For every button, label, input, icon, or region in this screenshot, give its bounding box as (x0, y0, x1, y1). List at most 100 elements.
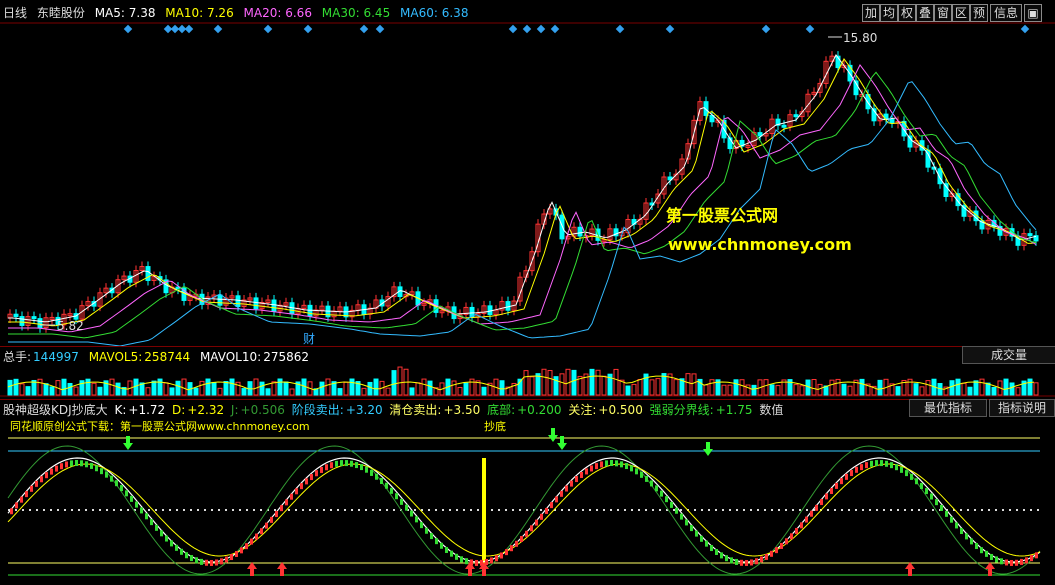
kdj-signal-bar (825, 493, 828, 500)
candle-body (271, 299, 277, 312)
volume-bar (97, 386, 103, 396)
candle-body (19, 316, 25, 326)
clear-sell-value: +3.50 (443, 403, 481, 417)
kdj-signal-bar (180, 548, 183, 555)
ma60-line (8, 81, 1037, 347)
kdj-signal-bar (220, 558, 223, 565)
kdj-signal-bar (850, 470, 853, 477)
kline-chart[interactable] (0, 0, 1055, 585)
kdj-signal-bar (195, 557, 198, 564)
kdj-signal-bar (510, 545, 513, 552)
volume-bar (463, 382, 469, 396)
kdj-signal-bar (430, 533, 433, 540)
kdj-signal-bar (150, 519, 153, 526)
volume-bar (895, 386, 901, 396)
volume-bar (925, 380, 931, 396)
kdj-signal-bar (25, 491, 28, 498)
volume-bar (451, 380, 457, 396)
kdj-signal-bar (840, 478, 843, 485)
buy-signal-bar (482, 458, 486, 570)
kdj-signal-bar (945, 510, 948, 517)
kdj-signal-bar (595, 463, 598, 470)
kdj-signal-bar (125, 490, 128, 497)
kdj-signal-bar (950, 516, 953, 523)
kdj-signal-bar (15, 502, 18, 509)
event-marker-finance[interactable]: 财 (303, 330, 315, 347)
volume-bar (259, 381, 265, 396)
volume-bar (775, 385, 781, 396)
volume-bar (649, 379, 655, 396)
volume-bar (217, 387, 223, 396)
kdj-signal-bar (60, 463, 63, 470)
event-diamond-icon (761, 24, 771, 34)
kdj-signal-bar (105, 471, 108, 478)
kdj-signal-bar (405, 504, 408, 511)
kdj-signal-bar (255, 533, 258, 540)
kdj-signal-bar (955, 522, 958, 529)
candle-body (793, 114, 799, 118)
kdj-signal-bar (40, 476, 43, 483)
kdj-signal-bar (70, 460, 73, 467)
kdj-signal-bar (1000, 558, 1003, 565)
volume-bar (799, 385, 805, 396)
kdj-signal-bar (830, 488, 833, 495)
kdj-signal-bar (575, 476, 578, 483)
kdj-signal-bar (1005, 559, 1008, 566)
volume-bar (169, 387, 175, 396)
kdj-signal-bar (870, 460, 873, 467)
kdj-signal-bar (875, 460, 878, 467)
numeric-label: 数值 (759, 403, 784, 417)
kdj-signal-bar (545, 507, 548, 514)
kdj-signal-bar (225, 556, 228, 563)
kdj-signal-bar (1025, 557, 1028, 564)
volume-bar (973, 380, 979, 396)
kdj-signal-bar (770, 550, 773, 557)
kdj-signal-bar (90, 462, 93, 469)
volume-bar (535, 373, 541, 396)
volume-bar (109, 378, 115, 396)
kdj-signal-bar (100, 468, 103, 475)
kdj-signal-bar (190, 555, 193, 562)
kdj-signal-bar (335, 460, 338, 467)
kdj-signal-bar (380, 477, 383, 484)
indicator-help-button[interactable]: 指标说明 (989, 399, 1055, 417)
volume-bar (829, 379, 835, 396)
best-indicator-button[interactable]: 最优指标 (909, 399, 987, 417)
j-readout-label: J: (230, 403, 239, 417)
volume-bar (85, 378, 91, 396)
kdj-signal-bar (585, 468, 588, 475)
volume-bar (373, 378, 379, 396)
kdj-signal-bar (385, 482, 388, 489)
kdj-signal-bar (745, 559, 748, 566)
volume-bar (631, 383, 637, 396)
kdj-signal-bar (55, 465, 58, 472)
kdj-signal-bar (315, 470, 318, 477)
volume-bar (457, 387, 463, 396)
kdj-signal-bar (205, 559, 208, 566)
volume-bar (67, 382, 73, 396)
kdj-signal-bar (905, 470, 908, 477)
kdj-signal-bar (435, 538, 438, 545)
kdj-signal-bar (835, 482, 838, 489)
indicator-name[interactable]: 股神超级KDJ抄底大 (3, 403, 108, 417)
kdj-signal-bar (620, 461, 623, 468)
volume-bar (745, 384, 751, 396)
volume-bar (571, 369, 577, 396)
watermark-site-url: www.chnmoney.com (668, 235, 852, 254)
buy-signal-label: 抄底 (484, 420, 506, 433)
event-diamond-icon (522, 24, 532, 34)
k-readout-value: +1.72 (128, 403, 166, 417)
kdj-signal-bar (375, 473, 378, 480)
kdj-signal-bar (360, 464, 363, 471)
kdj-signal-bar (85, 461, 88, 468)
event-diamond-icon (1020, 24, 1030, 34)
kdj-signal-bar (920, 482, 923, 489)
volume-selector[interactable]: 成交量 (962, 346, 1055, 364)
volume-bar (1033, 382, 1039, 396)
buy-arrow-icon (277, 562, 287, 576)
volume-bar (43, 383, 49, 396)
kdj-signal-bar (705, 540, 708, 547)
kdj-signal-bar (555, 496, 558, 503)
kdj-signal-bar (520, 535, 523, 542)
volume-bar (283, 381, 289, 396)
